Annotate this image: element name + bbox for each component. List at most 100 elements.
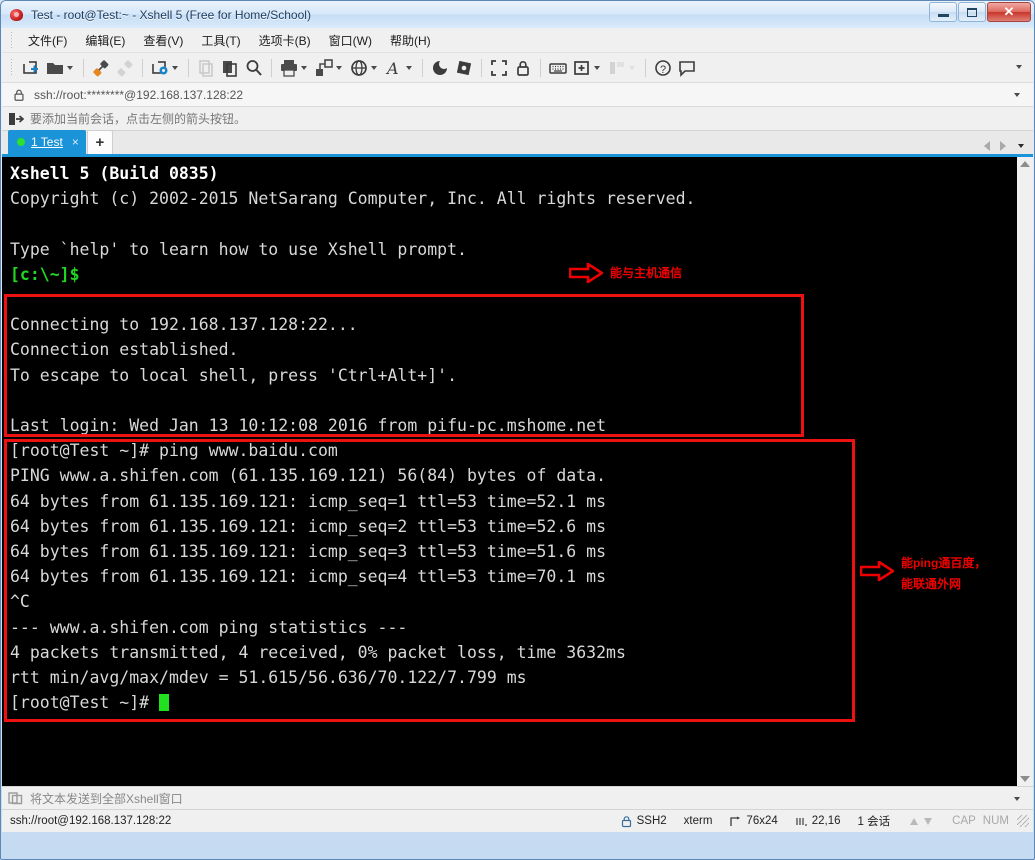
layout-button[interactable] [605,56,640,80]
window-title: Test - root@Test:~ - Xshell 5 (Free for … [31,7,311,22]
comment-icon [679,60,695,77]
terminal-line: rtt min/avg/max/mdev = 51.615/56.636/70.… [10,668,527,688]
menu-window[interactable]: 窗口(W) [320,29,381,52]
resize-grip[interactable] [1017,815,1029,827]
toolbar: A ? [2,53,1033,83]
globe-button[interactable] [347,56,382,80]
terminal-screen[interactable]: Xshell 5 (Build 0835) Copyright (c) 2002… [2,157,1016,786]
open-folder-button[interactable] [43,56,78,80]
tab-1-test[interactable]: 1 Test × [8,130,86,154]
status-protocol-label: SSH2 [636,815,667,827]
menu-file[interactable]: 文件(F) [19,29,76,52]
add-pane-icon [574,60,589,75]
send-to-all-icon [8,792,23,805]
toolbar-overflow-icon[interactable] [1016,65,1022,69]
session-properties-icon [152,60,168,74]
chevron-down-icon[interactable] [371,65,377,70]
status-cursor-position: 22,16 [795,815,841,828]
find-button[interactable] [242,56,266,80]
send-to-all-label: 将文本发送到全部Xshell窗口 [30,791,183,806]
new-tab-button[interactable]: + [86,130,113,154]
terminal-line: Xshell 5 (Build 0835) [10,164,219,183]
fullscreen-icon [491,59,507,76]
svg-text:A: A [385,59,399,78]
fullscreen-button[interactable] [487,56,511,80]
title-bar: Test - root@Test:~ - Xshell 5 (Free for … [1,1,1034,28]
address-bar[interactable]: ssh://root:********@192.168.137.128:22 [2,83,1033,107]
toolbar-separator [481,58,482,77]
chevron-down-icon[interactable] [406,65,412,70]
print-button[interactable] [277,56,312,80]
chevron-down-icon[interactable] [1014,93,1020,97]
log-button[interactable] [428,56,452,80]
svg-text:?: ? [660,64,666,76]
terminal-line: Type `help' to learn how to use Xshell p… [10,239,467,259]
triangle-right-icon[interactable] [1000,141,1006,151]
keyboard-button[interactable] [546,56,570,80]
terminal-area: Xshell 5 (Build 0835) Copyright (c) 2002… [2,157,1033,786]
red-arrow-right-icon [860,561,894,581]
menu-tabs[interactable]: 选项卡(B) [250,29,320,52]
status-num-lock: NUM [982,815,1009,827]
menu-view[interactable]: 查看(V) [134,29,192,52]
xshell-swirl-icon [9,7,25,23]
chevron-down-icon[interactable] [336,65,342,70]
disconnect-button[interactable] [113,56,137,80]
log-icon [433,60,447,75]
chevron-down-icon[interactable] [1014,797,1020,801]
paste-button[interactable] [218,56,242,80]
annotation-ping-baidu-line1: 能ping通百度， [901,556,987,570]
maximize-button[interactable] [958,2,986,22]
toolbar-separator [271,58,272,77]
terminal-line: ^C [10,592,30,612]
copy-button[interactable] [194,56,218,80]
lock-button[interactable] [511,56,535,80]
chevron-down-icon[interactable] [172,65,178,70]
trace-icon [456,60,472,75]
toolbar-separator [422,58,423,77]
comment-button[interactable] [675,56,699,80]
scroll-down-icon[interactable] [1020,776,1030,782]
help-button[interactable]: ? [651,56,675,80]
send-to-all-bar[interactable]: 将文本发送到全部Xshell窗口 [2,786,1033,810]
close-button[interactable]: ✕ [987,2,1031,22]
connect-button[interactable] [89,56,113,80]
window-controls: ✕ [928,2,1031,23]
menu-gripper[interactable] [8,31,15,49]
paste-icon [223,60,237,77]
toolbar-gripper[interactable] [8,59,15,76]
disconnect-plug-icon [117,59,133,76]
copy-icon [199,59,213,77]
status-bar: ssh://root@192.168.137.128:22 SSH2 xterm… [2,810,1033,832]
chevron-down-icon[interactable] [67,65,73,70]
add-pane-button[interactable] [570,56,605,80]
session-properties-button[interactable] [148,56,183,80]
new-session-button[interactable] [19,56,43,80]
tab-overflow-icon[interactable] [1018,144,1024,148]
tab-close-icon[interactable]: × [72,135,79,149]
add-session-arrow-icon[interactable] [8,112,24,126]
terminal-prompt-line: [root@Test ~]# [10,690,1016,715]
menu-edit[interactable]: 编辑(E) [76,29,134,52]
arrow-down-icon [924,817,933,825]
tab-status-dot [17,138,25,146]
font-button[interactable]: A [382,56,417,80]
chevron-down-icon[interactable] [629,65,635,70]
menu-help[interactable]: 帮助(H) [381,29,440,52]
triangle-left-icon[interactable] [984,141,990,151]
scroll-up-icon[interactable] [1020,161,1030,167]
resize-icon [730,816,741,826]
toolbar-separator [142,58,143,77]
layout-icon [610,61,624,74]
menu-tools[interactable]: 工具(T) [192,29,249,52]
chevron-down-icon[interactable] [301,65,307,70]
minimize-button[interactable] [929,2,957,22]
file-transfer-button[interactable] [312,56,347,80]
terminal-scrollbar[interactable] [1016,157,1033,786]
trace-button[interactable] [452,56,476,80]
chevron-down-icon[interactable] [594,65,600,70]
tab-navigation [979,141,1027,151]
lock-icon [621,815,631,827]
